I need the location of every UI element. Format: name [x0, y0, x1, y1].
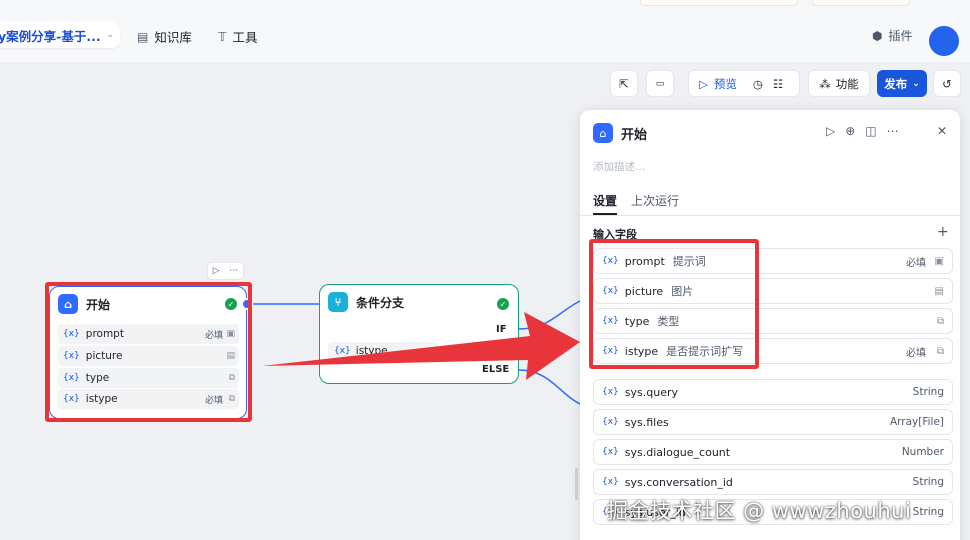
watermark: 掘金技术社区 @ wwwzhouhui	[607, 499, 912, 523]
scrollbar[interactable]	[575, 468, 578, 500]
highlight-arrow	[262, 312, 580, 380]
red-arrow-shape	[262, 312, 580, 380]
